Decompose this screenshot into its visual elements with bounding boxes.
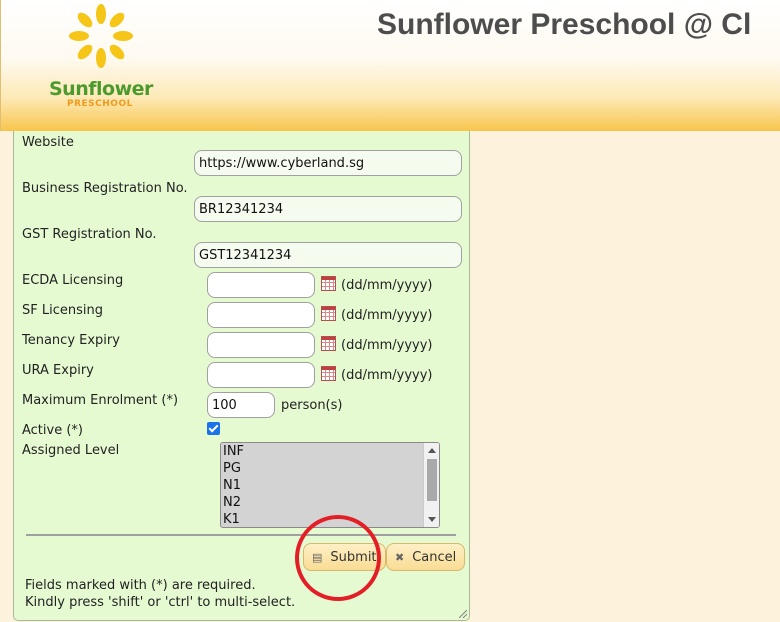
site-title: Sunflower Preschool @ Cl	[377, 8, 752, 41]
max-enrolment-label: Maximum Enrolment (*)	[22, 393, 179, 408]
calendar-icon[interactable]	[321, 306, 336, 321]
resize-grip-icon[interactable]	[459, 610, 467, 618]
calendar-icon[interactable]	[321, 336, 336, 351]
list-item[interactable]: PG	[221, 460, 439, 477]
scroll-up-icon[interactable]	[428, 448, 436, 453]
active-checkbox[interactable]	[207, 422, 220, 435]
school-details-form: Website Business Registration No. GST Re…	[13, 131, 470, 621]
calendar-icon[interactable]	[321, 366, 336, 381]
cancel-button-label: Cancel	[412, 549, 457, 565]
tenancy-expiry-input[interactable]	[207, 332, 315, 358]
form-divider	[26, 534, 456, 536]
active-label: Active (*)	[22, 423, 83, 438]
required-note: Fields marked with (*) are required.	[25, 578, 256, 593]
multiselect-note: Kindly press 'shift' or 'ctrl' to multi-…	[25, 595, 296, 610]
logo-name: Sunflower	[49, 78, 153, 100]
scroll-thumb[interactable]	[427, 459, 437, 501]
list-item[interactable]: N1	[221, 477, 439, 494]
calendar-icon[interactable]	[321, 276, 336, 291]
date-format-hint: (dd/mm/yyyy)	[341, 278, 433, 293]
scroll-down-icon[interactable]	[428, 517, 436, 522]
highlight-circle	[295, 515, 381, 601]
max-enrolment-input[interactable]	[207, 392, 275, 418]
date-format-hint: (dd/mm/yyyy)	[341, 308, 433, 323]
list-item[interactable]: N2	[221, 494, 439, 511]
sf-licensing-label: SF Licensing	[22, 303, 103, 318]
gst-reg-input[interactable]	[194, 242, 462, 268]
list-item[interactable]: INF	[221, 443, 439, 460]
business-reg-label: Business Registration No.	[22, 181, 188, 196]
cancel-button[interactable]: ✖ Cancel	[386, 543, 466, 571]
sf-licensing-input[interactable]	[207, 302, 315, 328]
business-reg-input[interactable]	[194, 196, 462, 222]
tenancy-expiry-label: Tenancy Expiry	[22, 333, 120, 348]
ecda-licensing-input[interactable]	[207, 272, 315, 298]
website-label: Website	[22, 135, 74, 150]
listbox-scrollbar[interactable]	[423, 443, 439, 527]
enrolment-unit: person(s)	[281, 398, 343, 413]
date-format-hint: (dd/mm/yyyy)	[341, 368, 433, 383]
close-icon: ✖	[395, 550, 405, 564]
website-input[interactable]	[194, 150, 462, 176]
logo-subtitle: PRESCHOOL	[67, 99, 133, 109]
ura-expiry-input[interactable]	[207, 362, 315, 388]
ecda-licensing-label: ECDA Licensing	[22, 273, 124, 288]
ura-expiry-label: URA Expiry	[22, 363, 94, 378]
page-header: Sunflower PRESCHOOL Sunflower Preschool …	[0, 0, 780, 131]
gst-reg-label: GST Registration No.	[22, 227, 157, 242]
assigned-level-label: Assigned Level	[22, 443, 120, 458]
date-format-hint: (dd/mm/yyyy)	[341, 338, 433, 353]
